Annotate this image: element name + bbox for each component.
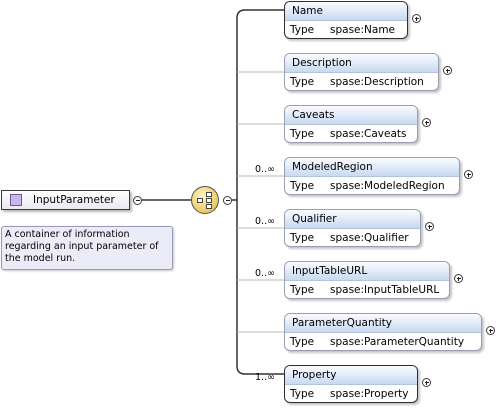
- complex-type-icon: [10, 194, 22, 206]
- element-type-row: Type spase:Name: [285, 21, 407, 39]
- type-value: spase:Caveats: [330, 128, 407, 140]
- element-type-row: Type spase:ModeledRegion: [285, 177, 459, 195]
- element-parameterquantity[interactable]: ParameterQuantity Type spase:ParameterQuan…: [284, 313, 482, 351]
- element-description[interactable]: Description Type spase:Description: [284, 53, 439, 91]
- element-name: InputTableURL: [285, 262, 449, 281]
- type-label: Type: [290, 24, 315, 36]
- type-label: Type: [290, 76, 315, 88]
- element-type-row: Type spase:Caveats: [285, 125, 417, 143]
- occurrence-label: 0..∞: [255, 268, 275, 279]
- element-caveats[interactable]: Caveats Type spase:Caveats: [284, 105, 418, 143]
- element-type-row: Type spase:Qualifier: [285, 229, 420, 247]
- element-name: Caveats: [285, 106, 417, 125]
- type-label: Type: [290, 232, 315, 244]
- occurrence-label: 1..∞: [255, 372, 275, 383]
- documentation-line: the model run.: [5, 253, 76, 264]
- element-name[interactable]: Name Type spase:Name: [284, 1, 408, 39]
- occurrence-label: 0..∞: [255, 216, 275, 227]
- expand-button[interactable]: [443, 66, 452, 75]
- schema-diagram: InputParameter A container of informatio…: [0, 0, 498, 408]
- element-modeledregion[interactable]: ModeledRegion Type spase:ModeledRegion: [284, 157, 460, 195]
- element-name: ParameterQuantity: [285, 314, 481, 333]
- occurrence-label: 0..∞: [255, 164, 275, 175]
- element-type-row: Type spase:ParameterQuantity: [285, 333, 481, 351]
- input-parameter-element[interactable]: InputParameter: [1, 190, 130, 210]
- element-type-row: Type spase:Description: [285, 73, 438, 91]
- type-value: spase:Description: [330, 76, 424, 88]
- type-value: spase:InputTableURL: [330, 284, 440, 296]
- expand-button[interactable]: [412, 14, 421, 23]
- expand-button[interactable]: [422, 118, 431, 127]
- element-inputtableurl[interactable]: InputTableURL Type spase:InputTableURL: [284, 261, 450, 299]
- documentation-line: regarding an input parameter of: [5, 241, 159, 252]
- type-label: Type: [290, 180, 315, 192]
- element-type-row: Type spase:Property: [285, 385, 417, 403]
- type-label: Type: [290, 284, 315, 296]
- type-value: spase:Property: [330, 388, 409, 400]
- root-collapse-button[interactable]: [133, 196, 142, 205]
- type-value: spase:ModeledRegion: [330, 180, 445, 192]
- sequence-spine: [236, 9, 284, 375]
- documentation-line: A container of information: [5, 229, 130, 240]
- type-value: spase:Name: [330, 24, 396, 36]
- type-value: spase:Qualifier: [330, 232, 409, 244]
- element-name: Description: [285, 54, 438, 73]
- element-name: Qualifier: [285, 210, 420, 229]
- documentation-note: A container of information regarding an …: [1, 226, 173, 270]
- expand-button[interactable]: [464, 170, 473, 179]
- expand-button[interactable]: [454, 274, 463, 283]
- type-value: spase:ParameterQuantity: [330, 336, 465, 348]
- type-label: Type: [290, 388, 315, 400]
- element-property[interactable]: Property Type spase:Property: [284, 365, 418, 403]
- element-name: Property: [285, 366, 417, 385]
- type-label: Type: [290, 128, 315, 140]
- expand-button[interactable]: [425, 222, 434, 231]
- element-qualifier[interactable]: Qualifier Type spase:Qualifier: [284, 209, 421, 247]
- sequence-compositor-icon[interactable]: [191, 186, 219, 214]
- element-name: Name: [285, 2, 407, 21]
- element-type-row: Type spase:InputTableURL: [285, 281, 449, 299]
- expand-button[interactable]: [486, 326, 495, 335]
- element-name: ModeledRegion: [285, 158, 459, 177]
- sequence-collapse-button[interactable]: [223, 196, 232, 205]
- root-element-label: InputParameter: [33, 194, 115, 206]
- expand-button[interactable]: [422, 378, 431, 387]
- type-label: Type: [290, 336, 315, 348]
